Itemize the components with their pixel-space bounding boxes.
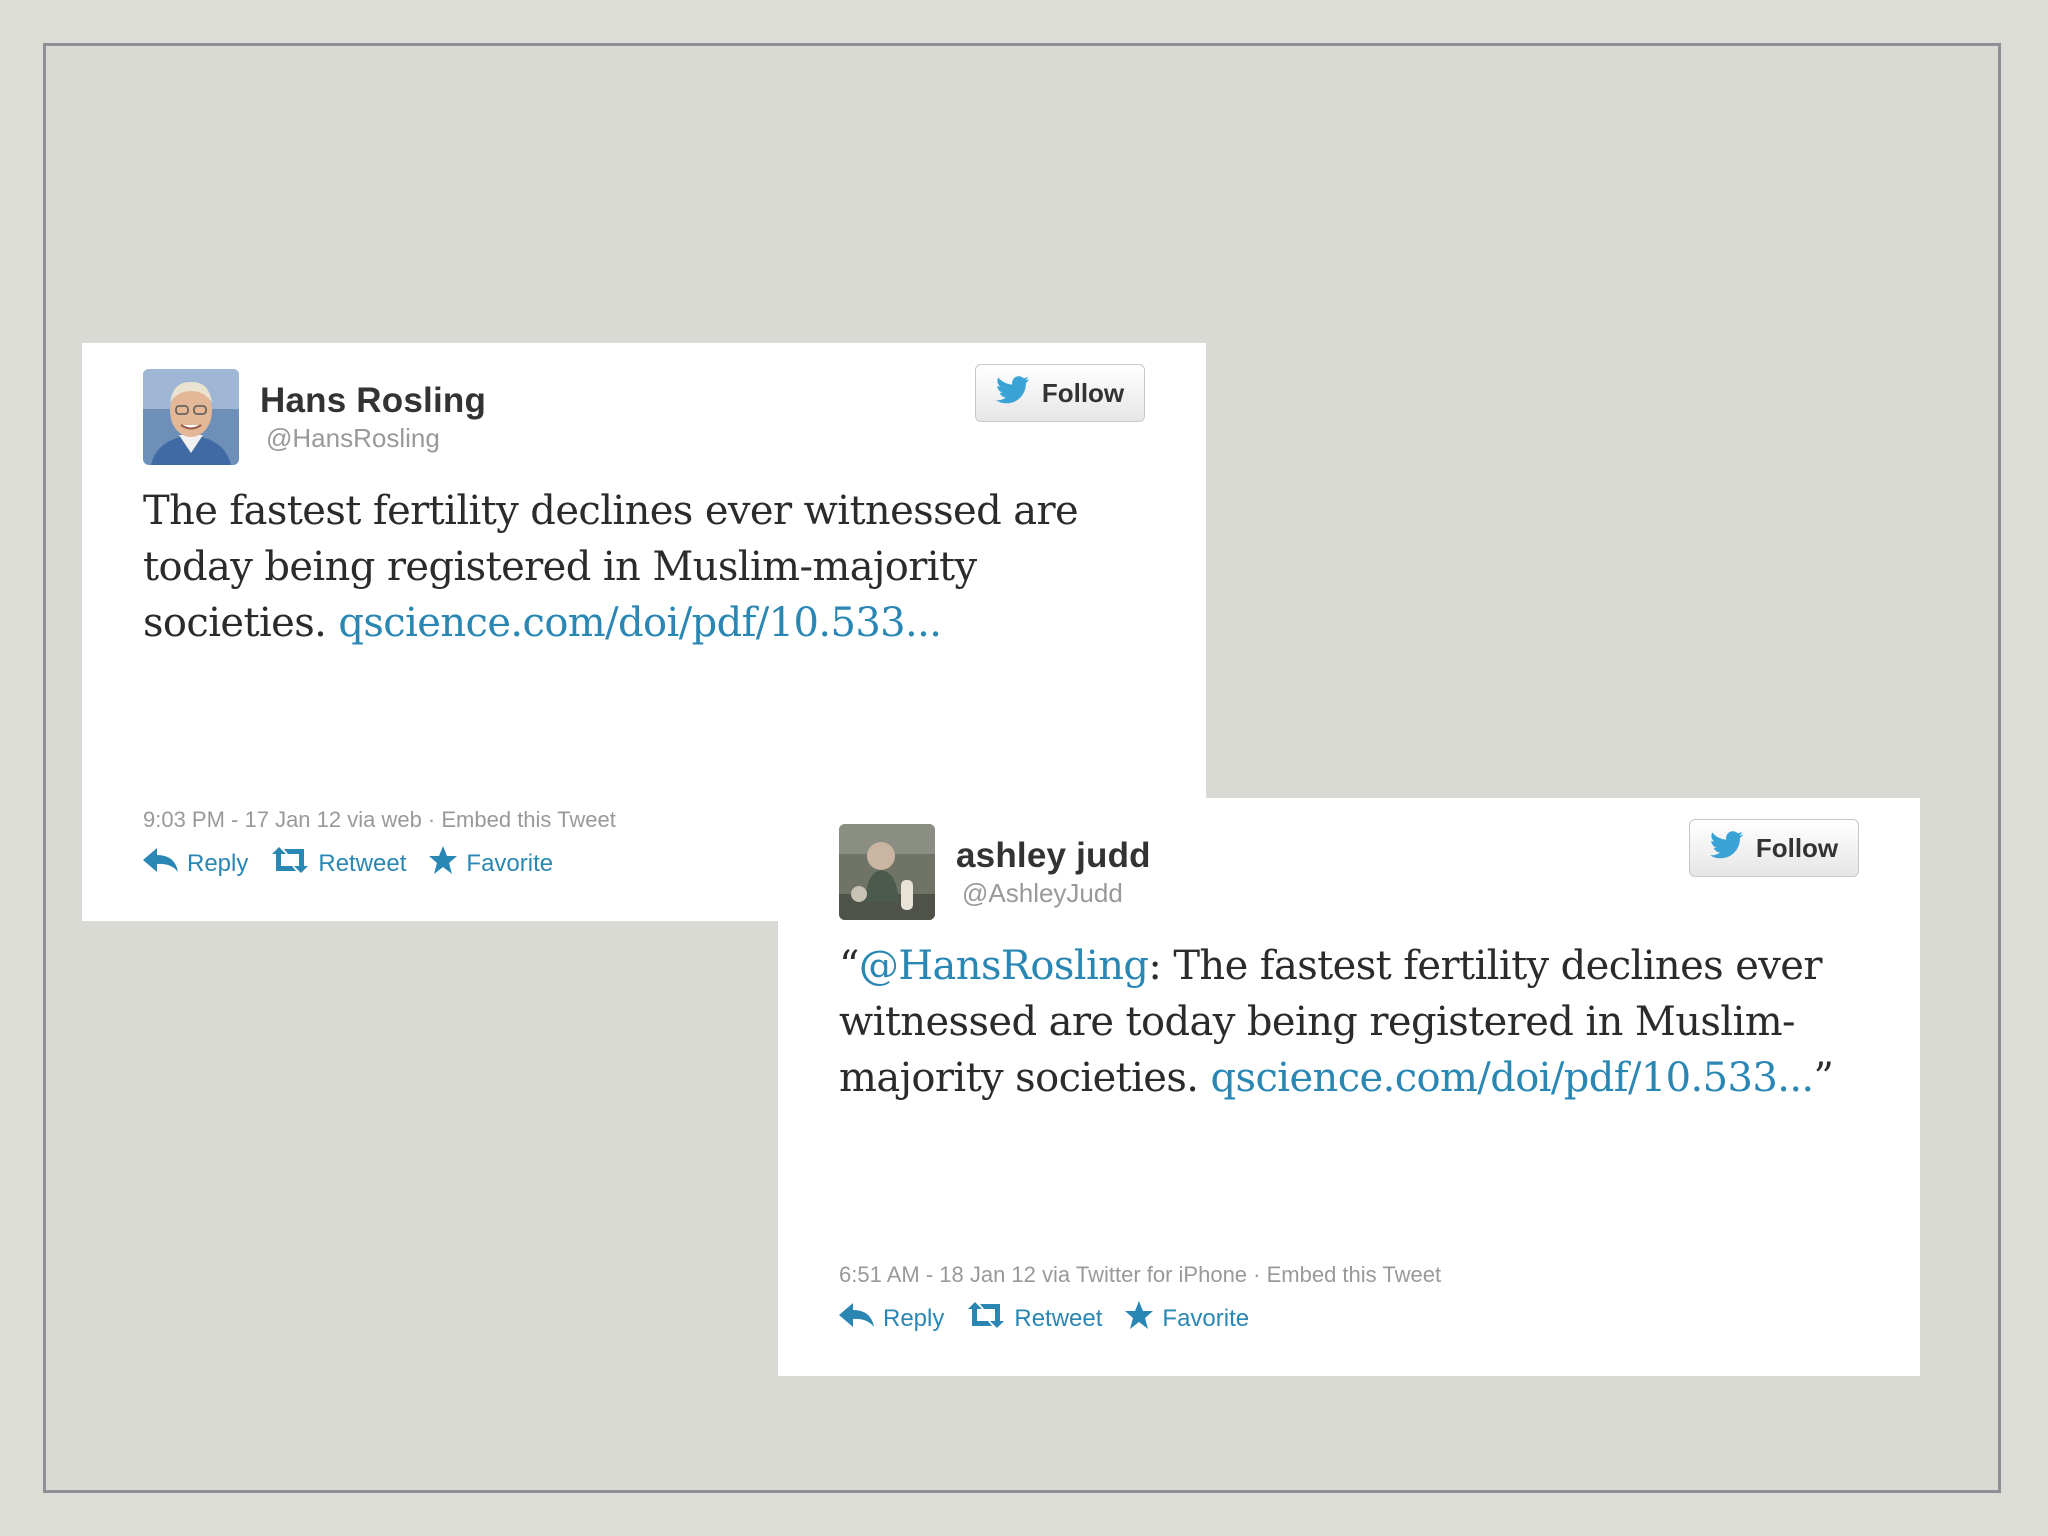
reply-icon: [143, 845, 179, 882]
retweet-icon: [966, 1300, 1006, 1337]
timestamp[interactable]: 9:03 PM - 17 Jan 12 via web ·: [143, 807, 441, 832]
quote-close: ”: [1813, 1055, 1834, 1101]
retweet-button[interactable]: Retweet: [270, 845, 406, 882]
favorite-button[interactable]: Favorite: [428, 845, 553, 882]
follow-button[interactable]: Follow: [1689, 819, 1859, 877]
quote-open: “: [839, 943, 859, 989]
retweet-label: Retweet: [1014, 1304, 1103, 1332]
follow-label: Follow: [1041, 377, 1125, 408]
reply-label: Reply: [187, 849, 249, 877]
follow-button[interactable]: Follow: [975, 364, 1145, 422]
retweet-button[interactable]: Retweet: [966, 1300, 1102, 1337]
tweet-meta: 6:51 AM - 18 Jan 12 via Twitter for iPho…: [839, 1262, 1441, 1288]
display-name[interactable]: Hans Rosling: [260, 381, 486, 421]
tweet-meta: 9:03 PM - 17 Jan 12 via web · Embed this…: [143, 807, 616, 833]
tweet-link[interactable]: qscience.com/doi/pdf/10.533...: [1211, 1055, 1815, 1101]
retweet-label: Retweet: [318, 849, 407, 877]
user-handle[interactable]: @HansRosling: [266, 423, 440, 454]
twitter-bird-icon: [995, 375, 1030, 411]
tweet-text: The fastest fertility declines ever witn…: [143, 483, 1146, 651]
favorite-label: Favorite: [466, 849, 554, 877]
embed-tweet-link[interactable]: Embed this Tweet: [1267, 1262, 1441, 1287]
embed-tweet-link[interactable]: Embed this Tweet: [441, 807, 615, 832]
follow-label: Follow: [1755, 832, 1839, 863]
tweet-text: “@HansRosling: The fastest fertility dec…: [839, 938, 1860, 1106]
star-icon: [1124, 1300, 1154, 1337]
favorite-button[interactable]: Favorite: [1124, 1300, 1249, 1337]
twitter-bird-icon: [1709, 830, 1744, 866]
user-handle[interactable]: @AshleyJudd: [962, 878, 1123, 909]
timestamp[interactable]: 6:51 AM - 18 Jan 12 via Twitter for iPho…: [839, 1262, 1267, 1287]
display-name[interactable]: ashley judd: [956, 836, 1151, 876]
reply-label: Reply: [883, 1304, 945, 1332]
star-icon: [428, 845, 458, 882]
avatar[interactable]: [839, 824, 935, 920]
reply-icon: [839, 1300, 875, 1337]
retweet-icon: [270, 845, 310, 882]
tweet-actions: Reply Retweet Favorite: [839, 1300, 1249, 1337]
tweet-link[interactable]: qscience.com/doi/pdf/10.533...: [338, 600, 942, 646]
mention-link[interactable]: @HansRosling: [859, 943, 1149, 989]
avatar[interactable]: [143, 369, 239, 465]
tweet-actions: Reply Retweet Favorite: [143, 845, 553, 882]
favorite-label: Favorite: [1162, 1304, 1250, 1332]
reply-button[interactable]: Reply: [143, 845, 248, 882]
tweet-card-ashley-judd: ashley judd @AshleyJudd Follow “@HansRos…: [778, 798, 1920, 1376]
reply-button[interactable]: Reply: [839, 1300, 944, 1337]
